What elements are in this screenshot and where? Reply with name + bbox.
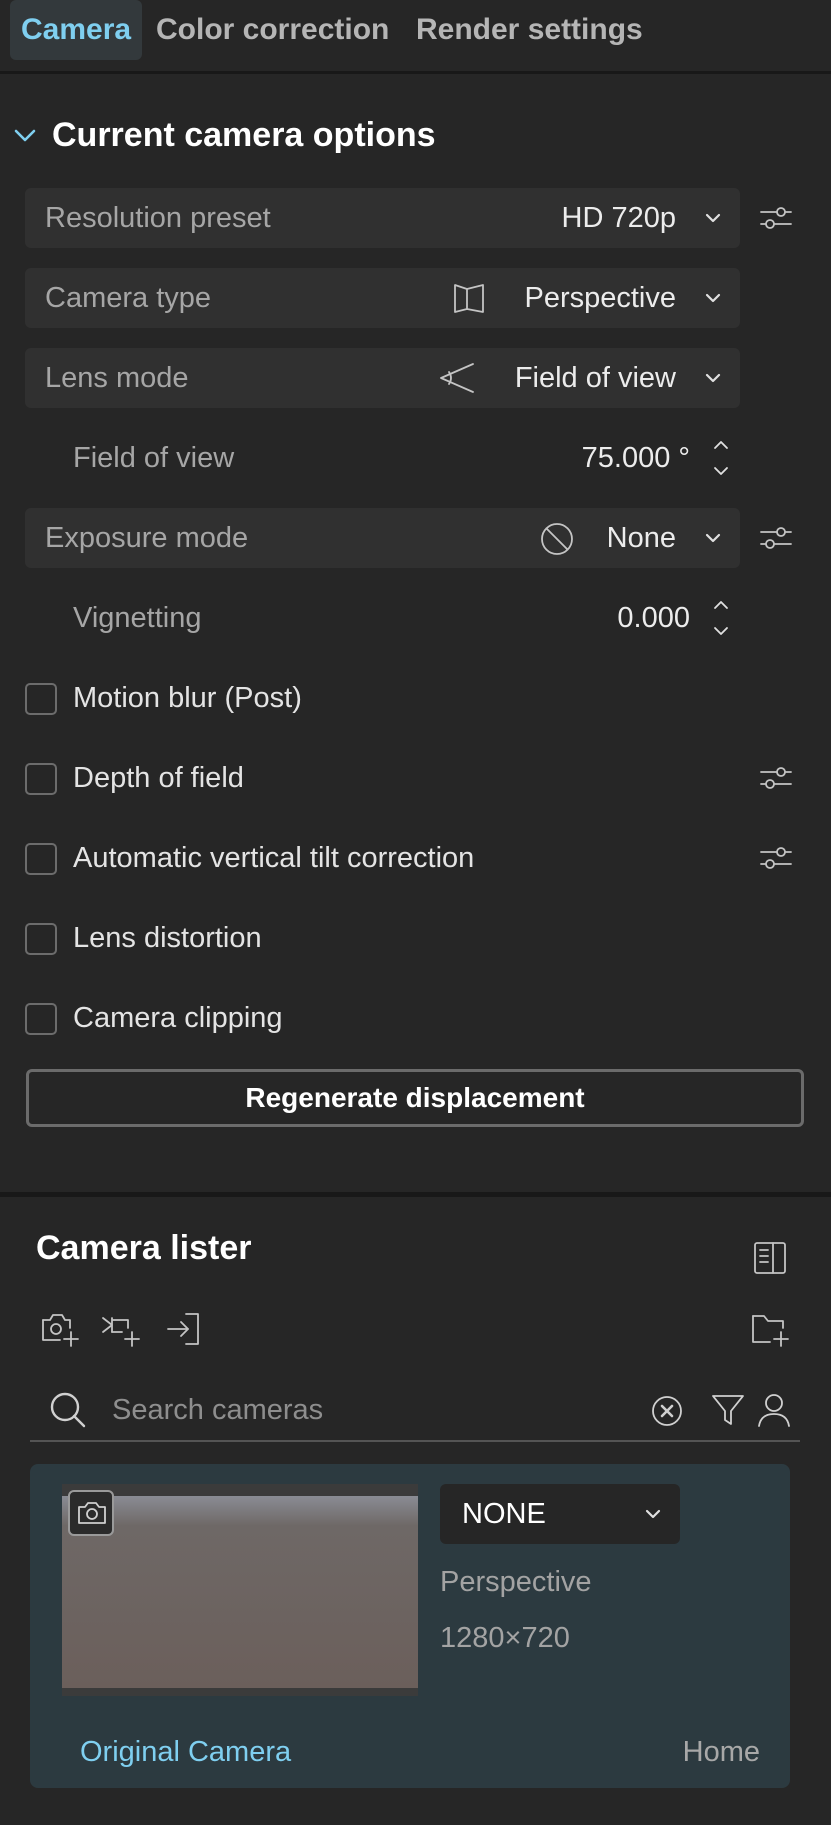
search-bar [30, 1380, 800, 1442]
checkbox-label: Depth of field [73, 762, 244, 794]
camera-type-dropdown[interactable]: Camera type Perspective [25, 268, 740, 328]
camera-lister-title: Camera lister [36, 1229, 252, 1267]
settings-sliders-icon[interactable] [759, 523, 793, 553]
vignetting-row: Vignetting 0.000 [25, 588, 740, 648]
checkbox-label: Automatic vertical tilt correction [73, 842, 475, 874]
motion-blur-checkbox[interactable]: Motion blur (Post) [25, 673, 815, 723]
camera-badge [68, 1490, 114, 1536]
search-icon [50, 1392, 86, 1428]
checkbox-box[interactable] [25, 683, 57, 715]
camera-type-value: Perspective [524, 282, 676, 314]
checkbox-label: Lens distortion [73, 922, 262, 954]
tilt-correction-checkbox[interactable]: Automatic vertical tilt correction [25, 833, 815, 883]
camera-resolution-text: 1280×720 [440, 1622, 570, 1654]
camera-type-label: Camera type [45, 282, 212, 314]
panel-layout-icon[interactable] [752, 1240, 788, 1276]
tab-bar: Camera Color correction Render settings [0, 0, 831, 74]
checkbox-box[interactable] [25, 923, 57, 955]
camera-preset-dropdown[interactable]: NONE [440, 1484, 680, 1544]
section-header[interactable]: Current camera options [12, 110, 436, 160]
field-of-view-label: Field of view [73, 442, 235, 474]
field-of-view-icon [440, 363, 474, 393]
exposure-mode-label: Exposure mode [45, 522, 249, 554]
chevron-down-icon [705, 293, 721, 303]
search-input[interactable] [112, 1388, 652, 1432]
field-of-view-value[interactable]: 75.000 ° [582, 428, 690, 488]
checkbox-box[interactable] [25, 763, 57, 795]
exposure-mode-value: None [606, 522, 676, 554]
import-icon[interactable] [164, 1310, 204, 1348]
camera-icon [78, 1502, 106, 1524]
camera-type-text: Perspective [440, 1566, 592, 1598]
user-icon[interactable] [756, 1392, 792, 1428]
filter-icon[interactable] [710, 1392, 746, 1428]
clear-search-icon[interactable] [650, 1394, 684, 1428]
chevron-down-icon [705, 533, 721, 543]
chevron-down-icon [705, 373, 721, 383]
spinner-arrows-icon[interactable] [708, 594, 734, 642]
lens-mode-dropdown[interactable]: Lens mode Field of view [25, 348, 740, 408]
regenerate-displacement-button[interactable]: Regenerate displacement [26, 1069, 804, 1127]
panel-divider [0, 1192, 831, 1197]
add-folder-icon[interactable] [750, 1310, 790, 1348]
add-camera-icon[interactable] [40, 1310, 80, 1348]
chevron-down-icon [645, 1509, 661, 1519]
checkbox-label: Camera clipping [73, 1002, 283, 1034]
vignetting-value[interactable]: 0.000 [617, 588, 690, 648]
perspective-icon [454, 284, 484, 313]
checkbox-box[interactable] [25, 843, 57, 875]
none-icon [541, 523, 573, 555]
lens-distortion-checkbox[interactable]: Lens distortion [25, 913, 815, 963]
settings-sliders-icon[interactable] [759, 203, 793, 233]
checkbox-label: Motion blur (Post) [73, 682, 302, 714]
settings-sliders-icon[interactable] [759, 763, 793, 793]
vignetting-label: Vignetting [73, 602, 202, 634]
chevron-down-icon [705, 213, 721, 223]
spinner-arrows-icon[interactable] [708, 434, 734, 482]
tab-color-correction[interactable]: Color correction [145, 0, 400, 60]
settings-sliders-icon[interactable] [759, 843, 793, 873]
camera-clipping-checkbox[interactable]: Camera clipping [25, 993, 815, 1043]
checkbox-box[interactable] [25, 1003, 57, 1035]
resolution-preset-label: Resolution preset [45, 202, 271, 234]
resolution-preset-value: HD 720p [561, 202, 676, 234]
camera-card[interactable]: NONE Perspective 1280×720 Original Camer… [30, 1464, 790, 1788]
camera-location-text: Home [682, 1736, 760, 1768]
field-of-view-row: Field of view 75.000 ° [25, 428, 740, 488]
chevron-down-icon [14, 129, 36, 142]
camera-thumbnail[interactable] [62, 1484, 418, 1696]
exposure-mode-dropdown[interactable]: Exposure mode None [25, 508, 740, 568]
resolution-preset-dropdown[interactable]: Resolution preset HD 720p [25, 188, 740, 248]
depth-of-field-checkbox[interactable]: Depth of field [25, 753, 815, 803]
camera-name-link[interactable]: Original Camera [80, 1736, 291, 1769]
camera-preset-value: NONE [462, 1498, 546, 1530]
lens-mode-label: Lens mode [45, 362, 189, 394]
section-title: Current camera options [52, 115, 436, 154]
add-video-camera-icon[interactable] [100, 1310, 142, 1348]
tab-render-settings[interactable]: Render settings [405, 0, 654, 60]
lens-mode-value: Field of view [514, 362, 676, 394]
tab-camera[interactable]: Camera [10, 0, 143, 60]
